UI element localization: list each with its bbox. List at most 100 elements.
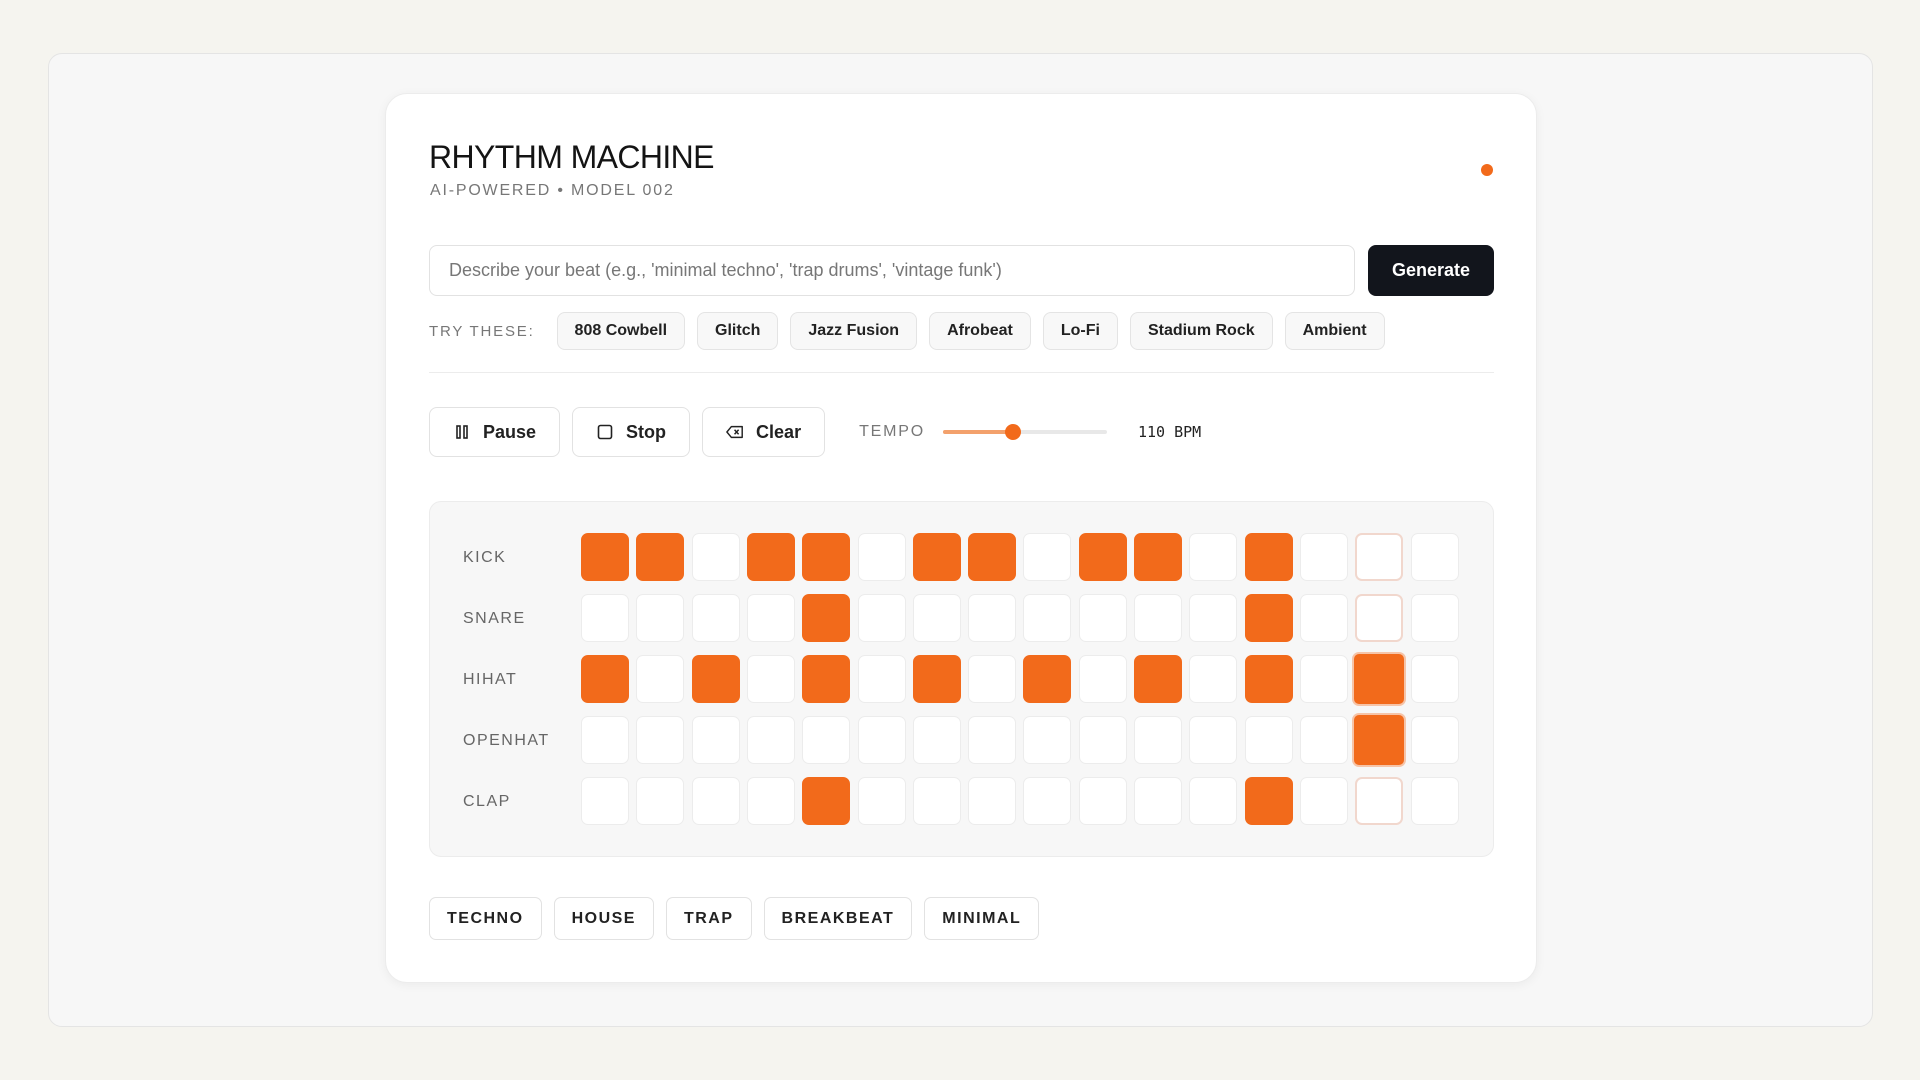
step-cell[interactable] — [1410, 533, 1459, 581]
step-cell[interactable] — [802, 655, 851, 703]
step-cell[interactable] — [857, 655, 906, 703]
step-cell[interactable] — [1299, 655, 1348, 703]
step-cell[interactable] — [636, 533, 685, 581]
step-cell[interactable] — [1410, 655, 1459, 703]
step-cell[interactable] — [802, 594, 851, 642]
step-cell[interactable] — [691, 777, 740, 825]
step-cell[interactable] — [968, 716, 1017, 764]
step-cell[interactable] — [581, 716, 629, 764]
beat-prompt-input[interactable] — [429, 245, 1355, 296]
step-cell[interactable] — [581, 655, 629, 703]
step-cell[interactable] — [968, 777, 1017, 825]
step-cell[interactable] — [1134, 594, 1182, 642]
step-cell[interactable] — [746, 594, 795, 642]
step-cell[interactable] — [636, 777, 685, 825]
tempo-slider-thumb[interactable] — [1005, 424, 1022, 440]
step-cell[interactable] — [802, 777, 851, 825]
suggestion-chip[interactable]: Jazz Fusion — [790, 312, 918, 350]
step-cell[interactable] — [857, 777, 906, 825]
step-cell[interactable] — [912, 533, 961, 581]
generate-button[interactable]: Generate — [1368, 245, 1494, 296]
step-cell[interactable] — [1410, 594, 1459, 642]
step-cell[interactable] — [912, 655, 961, 703]
preset-button-house[interactable]: HOUSE — [553, 897, 654, 940]
pause-button[interactable]: Pause — [429, 407, 561, 457]
step-cell[interactable] — [636, 655, 685, 703]
step-cell[interactable] — [1189, 594, 1238, 642]
step-cell[interactable] — [1355, 533, 1404, 581]
suggestion-chip[interactable]: 808 Cowbell — [556, 312, 686, 350]
step-cell[interactable] — [1189, 777, 1238, 825]
preset-button-breakbeat[interactable]: BREAKBEAT — [763, 897, 913, 940]
step-cell[interactable] — [1189, 655, 1238, 703]
stop-button[interactable]: Stop — [572, 407, 691, 457]
step-cell[interactable] — [912, 716, 961, 764]
step-cell[interactable] — [968, 594, 1017, 642]
step-cell[interactable] — [581, 594, 629, 642]
step-cell[interactable] — [1023, 716, 1072, 764]
clear-button[interactable]: Clear — [702, 407, 826, 457]
step-cell[interactable] — [1244, 655, 1293, 703]
preset-button-minimal[interactable]: MINIMAL — [924, 897, 1040, 940]
step-cell[interactable] — [1244, 777, 1293, 825]
suggestion-chip[interactable]: Stadium Rock — [1129, 312, 1273, 350]
step-cell[interactable] — [1355, 594, 1404, 642]
step-cell[interactable] — [1189, 533, 1238, 581]
step-cell[interactable] — [1023, 777, 1072, 825]
step-cell[interactable] — [1134, 533, 1182, 581]
step-cell[interactable] — [1355, 777, 1404, 825]
preset-button-techno[interactable]: TECHNO — [429, 897, 542, 940]
step-cell[interactable] — [1078, 716, 1127, 764]
step-cell[interactable] — [1134, 655, 1182, 703]
step-cell[interactable] — [691, 716, 740, 764]
step-cell[interactable] — [857, 594, 906, 642]
step-cell[interactable] — [691, 533, 740, 581]
step-cell[interactable] — [746, 716, 795, 764]
step-cell[interactable] — [1023, 594, 1072, 642]
step-cell[interactable] — [1410, 716, 1459, 764]
step-cell[interactable] — [1244, 716, 1293, 764]
step-cell[interactable] — [1352, 713, 1407, 767]
step-cell[interactable] — [1078, 655, 1127, 703]
track-row-openhat: OPENHAT — [430, 713, 1493, 767]
suggestion-chip[interactable]: Afrobeat — [929, 312, 1031, 350]
step-cell[interactable] — [1299, 716, 1348, 764]
step-cell[interactable] — [636, 594, 685, 642]
step-cell[interactable] — [581, 777, 629, 825]
step-cell[interactable] — [802, 533, 851, 581]
step-cell[interactable] — [746, 777, 795, 825]
step-cell[interactable] — [1410, 777, 1459, 825]
step-cell[interactable] — [912, 594, 961, 642]
step-cell[interactable] — [1299, 594, 1348, 642]
step-cell[interactable] — [802, 716, 851, 764]
preset-button-trap[interactable]: TRAP — [665, 897, 752, 940]
suggestion-chip[interactable]: Glitch — [697, 312, 779, 350]
step-cell[interactable] — [636, 716, 685, 764]
step-cell[interactable] — [1189, 716, 1238, 764]
step-cell[interactable] — [968, 655, 1017, 703]
step-cell[interactable] — [1299, 777, 1348, 825]
step-cell[interactable] — [1023, 655, 1072, 703]
step-cell[interactable] — [1078, 777, 1127, 825]
step-cell[interactable] — [746, 655, 795, 703]
step-cell[interactable] — [1023, 533, 1072, 581]
step-cell[interactable] — [691, 594, 740, 642]
step-cell[interactable] — [1134, 777, 1182, 825]
step-cell[interactable] — [1134, 716, 1182, 764]
step-cell[interactable] — [1352, 652, 1407, 706]
step-cell[interactable] — [1078, 533, 1127, 581]
step-cell[interactable] — [581, 533, 629, 581]
step-cell[interactable] — [857, 533, 906, 581]
step-cell[interactable] — [1244, 594, 1293, 642]
step-cell[interactable] — [857, 716, 906, 764]
step-cell[interactable] — [746, 533, 795, 581]
step-cell[interactable] — [1078, 594, 1127, 642]
step-cell[interactable] — [1244, 533, 1293, 581]
suggestion-chip[interactable]: Lo-Fi — [1042, 312, 1118, 350]
step-cell[interactable] — [968, 533, 1017, 581]
step-cell[interactable] — [691, 655, 740, 703]
step-cell[interactable] — [1299, 533, 1348, 581]
suggestion-chip[interactable]: Ambient — [1284, 312, 1385, 350]
tempo-slider[interactable] — [942, 422, 1107, 442]
step-cell[interactable] — [912, 777, 961, 825]
